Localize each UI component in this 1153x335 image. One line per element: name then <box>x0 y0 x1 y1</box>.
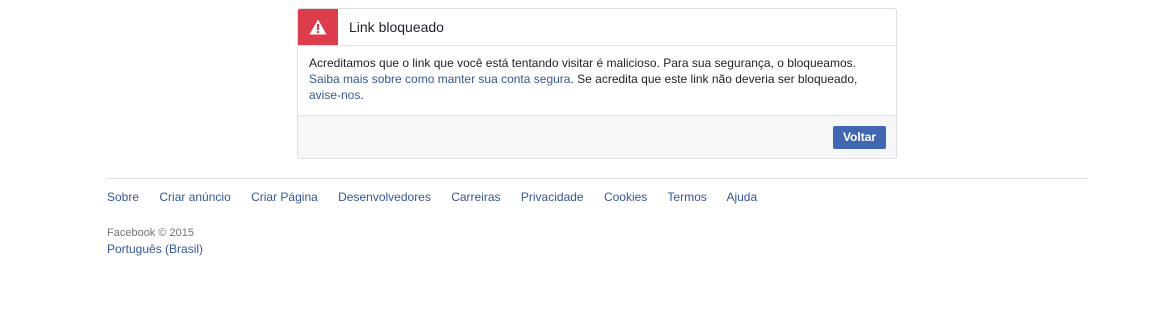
footer-link-cookies[interactable]: Cookies <box>604 190 647 204</box>
footer-nav: Sobre Criar anúncio Criar Página Desenvo… <box>107 189 774 205</box>
footer-link-criar-anuncio[interactable]: Criar anúncio <box>159 190 230 204</box>
dialog-message: Acreditamos que o link que você está ten… <box>309 55 884 103</box>
back-button[interactable]: Voltar <box>833 126 886 149</box>
warning-badge <box>298 9 338 45</box>
blocked-link-dialog: Link bloqueado Acreditamos que o link qu… <box>297 8 897 159</box>
language-link[interactable]: Português (Brasil) <box>107 241 203 257</box>
learn-more-link[interactable]: Saiba mais sobre como manter sua conta s… <box>309 72 570 86</box>
footer-link-privacidade[interactable]: Privacidade <box>521 190 584 204</box>
footer-divider <box>107 178 1088 179</box>
footer-link-sobre[interactable]: Sobre <box>107 190 139 204</box>
message-text: . <box>360 88 364 102</box>
message-text: . Se acredita que este link não deveria … <box>570 72 858 86</box>
footer-link-criar-pagina[interactable]: Criar Página <box>251 190 318 204</box>
footer-link-desenvolvedores[interactable]: Desenvolvedores <box>338 190 431 204</box>
footer-link-carreiras[interactable]: Carreiras <box>451 190 500 204</box>
dialog-header: Link bloqueado <box>298 9 896 46</box>
copyright-text: Facebook © 2015 <box>107 227 194 239</box>
footer-link-ajuda[interactable]: Ajuda <box>726 190 757 204</box>
dialog-footer: Voltar <box>298 115 896 158</box>
dialog-title: Link bloqueado <box>349 19 444 35</box>
footer-link-termos[interactable]: Termos <box>667 190 706 204</box>
report-link[interactable]: avise-nos <box>309 88 360 102</box>
warning-icon <box>309 19 327 35</box>
message-text: Acreditamos que o link que você está ten… <box>309 56 856 70</box>
